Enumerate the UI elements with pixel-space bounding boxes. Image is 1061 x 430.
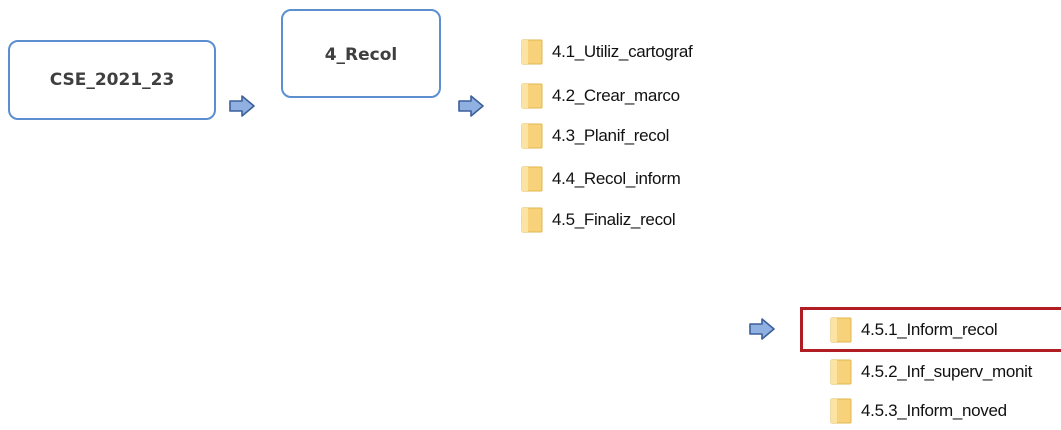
folder-icon — [830, 317, 852, 343]
folder-label: 4.3_Planif_recol — [552, 126, 670, 145]
recol-folder-box: 4_Recol — [281, 9, 441, 98]
folder-icon — [521, 83, 543, 109]
folder-icon — [521, 166, 543, 192]
folder-icon — [521, 39, 543, 65]
folder-icon — [521, 123, 543, 149]
root-folder-box: CSE_2021_23 — [8, 40, 216, 120]
right-arrow-icon — [749, 318, 775, 340]
folder-label: 4.5_Finaliz_recol — [552, 210, 676, 229]
folder-icon — [830, 359, 852, 385]
root-folder-label: CSE_2021_23 — [49, 70, 175, 90]
folder-label: 4.5.1_Inform_recol — [861, 320, 998, 339]
folder-item[interactable]: 4.1_Utiliz_cartograf — [521, 39, 693, 65]
folder-item[interactable]: 4.5.3_Inform_noved — [830, 398, 1007, 424]
folder-item[interactable]: 4.4_Recol_inform — [521, 166, 681, 192]
recol-folder-label: 4_Recol — [324, 45, 398, 65]
folder-item-selected[interactable]: 4.5.1_Inform_recol — [830, 317, 998, 343]
folder-label: 4.5.2_Inf_superv_monit — [861, 362, 1033, 381]
folder-label: 4.4_Recol_inform — [552, 169, 681, 188]
folder-icon — [521, 207, 543, 233]
folder-item[interactable]: 4.2_Crear_marco — [521, 83, 680, 109]
right-arrow-icon — [458, 95, 484, 117]
folder-label: 4.2_Crear_marco — [552, 86, 680, 105]
folder-item[interactable]: 4.5.2_Inf_superv_monit — [830, 359, 1032, 385]
folder-icon — [830, 398, 852, 424]
folder-label: 4.5.3_Inform_noved — [861, 401, 1007, 420]
folder-label: 4.1_Utiliz_cartograf — [552, 42, 693, 61]
folder-item[interactable]: 4.3_Planif_recol — [521, 123, 669, 149]
folder-item[interactable]: 4.5_Finaliz_recol — [521, 207, 676, 233]
right-arrow-icon — [229, 95, 255, 117]
